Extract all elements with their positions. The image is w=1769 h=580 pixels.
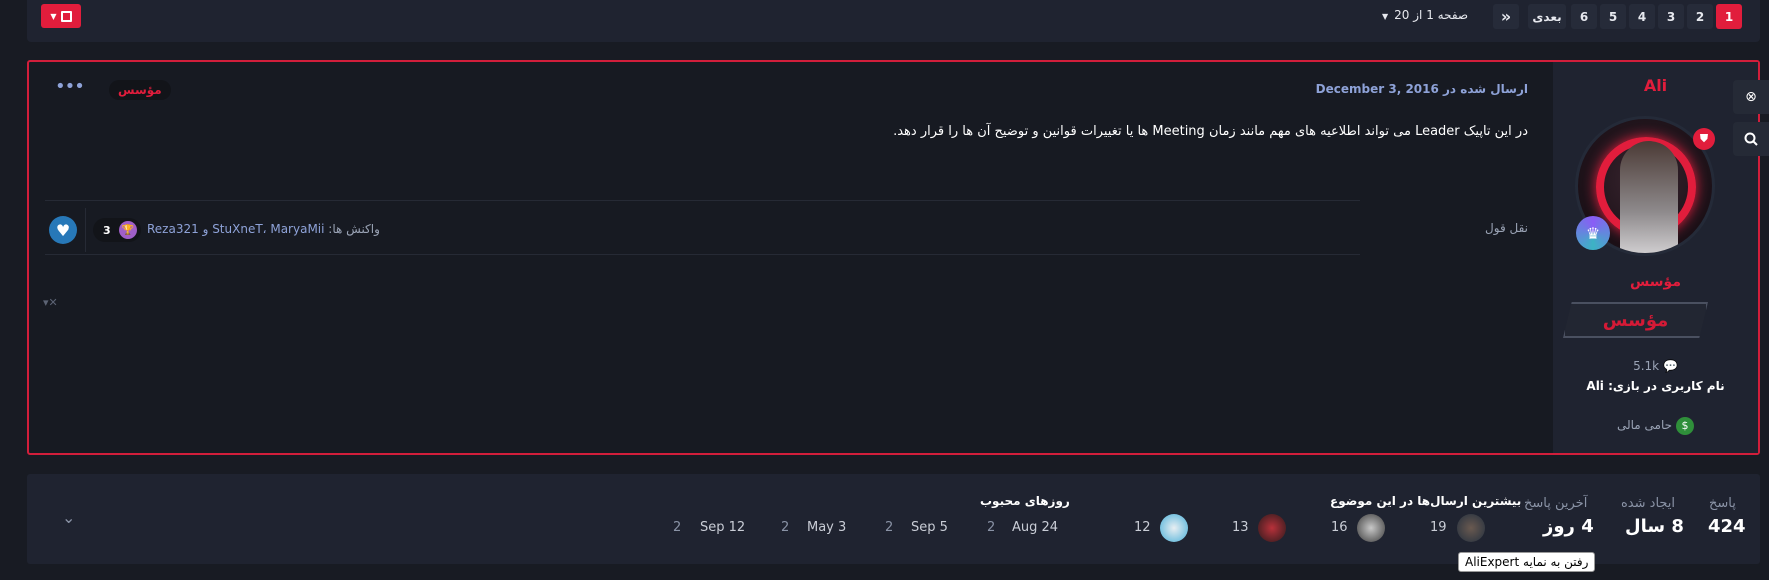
last-page-button[interactable]: »	[1493, 4, 1519, 29]
search-icon[interactable]	[1733, 122, 1769, 156]
dollar-icon: $	[1676, 417, 1695, 435]
comment-icon: 💬	[1662, 359, 1678, 373]
post-date[interactable]: ارسال شده در December 3, 2016	[1316, 82, 1528, 96]
more-options-icon[interactable]: •••	[55, 76, 85, 97]
post-card: Ali ⛊ ♛ مؤسس مؤسس 5.1k 💬 نام کاربری در ب…	[27, 60, 1760, 455]
role-badge: مؤسس	[109, 80, 171, 100]
popular-day-count: 2	[673, 520, 682, 535]
poster-post-count: 13	[1232, 520, 1249, 535]
page-info: صفحه 1 از 20	[1394, 8, 1469, 22]
trophy-icon: 🏆	[119, 221, 137, 239]
author-name[interactable]: Ali	[1553, 76, 1758, 95]
post-count-value: 5.1k	[1633, 359, 1660, 373]
divider	[45, 200, 1360, 201]
reaction-count-pill[interactable]: 3 🏆	[93, 218, 141, 242]
post-count: 5.1k 💬	[1553, 359, 1758, 373]
popular-day-count: 2	[781, 520, 790, 535]
divider	[45, 254, 1360, 255]
page-number: 4	[1637, 9, 1647, 24]
popular-days-title: روزهای محبوب	[980, 494, 1070, 508]
post-body: در این تاپیک Leader می تواند اطلاعیه های…	[893, 124, 1528, 139]
created-label: ایجاد شده	[1621, 496, 1676, 511]
poster-post-count: 16	[1331, 520, 1348, 535]
pagination-bar: ▼ ▼ صفحه 1 از 20 » بعدی 6 5 4 3 2 1	[27, 0, 1760, 42]
rank-title: مؤسس	[1629, 274, 1681, 290]
page-number: 3	[1666, 9, 1676, 24]
replies-label: پاسخ	[1709, 496, 1736, 511]
rank-banner: مؤسس	[1563, 302, 1708, 338]
donor-label: حامی مالی	[1616, 418, 1673, 432]
page-number: 6	[1579, 9, 1589, 24]
avatar-figure	[1620, 141, 1678, 253]
caret-down-icon: ▼	[50, 11, 57, 21]
popular-day-date[interactable]: May 3	[807, 520, 846, 535]
page-5-button[interactable]: 5	[1600, 4, 1626, 29]
rank-banner-text: مؤسس	[1602, 309, 1669, 331]
page-number: 5	[1608, 9, 1618, 24]
page-jump-dropdown[interactable]: ▼ صفحه 1 از 20	[1382, 8, 1468, 22]
page-4-button[interactable]: 4	[1629, 4, 1655, 29]
created-value: 8 سال	[1625, 516, 1684, 537]
avatar[interactable]	[1357, 514, 1385, 542]
divider	[85, 208, 86, 252]
poster-post-count: 19	[1430, 520, 1447, 535]
chevron-down-icon[interactable]: ⌄	[62, 508, 75, 527]
next-label: بعدی	[1532, 9, 1562, 24]
reaction-users[interactable]: StuXneT، MaryaMii و Reza321	[147, 222, 324, 236]
moderation-menu-button[interactable]: ▼	[41, 4, 81, 28]
page-6-button[interactable]: 6	[1571, 4, 1597, 29]
popular-day-count: 2	[987, 520, 996, 535]
page-number: 2	[1695, 9, 1705, 24]
poster-post-count: 12	[1134, 520, 1151, 535]
donor-badge: $حامی مالی	[1553, 417, 1758, 435]
double-chevron-icon: »	[1500, 7, 1512, 26]
quote-button[interactable]: نقل قول	[1485, 221, 1528, 235]
last-reply-value: 4 روز	[1543, 516, 1594, 537]
reactions-label: واکنش ها:	[328, 222, 380, 236]
topic-stats-bar: پاسخ 424 ایجاد شده 8 سال آخرین پاسخ 4 رو…	[27, 474, 1760, 564]
last-reply-label: آخرین پاسخ	[1524, 496, 1588, 511]
caret-down-icon: ▼	[1382, 12, 1389, 21]
like-heart-icon[interactable]: ♥	[49, 216, 77, 244]
replies-value: 424	[1708, 516, 1746, 537]
avatar[interactable]	[1258, 514, 1286, 542]
close-circle-icon[interactable]: ⊗	[1733, 80, 1769, 114]
top-posters-title: بیشترین ارسال‌ها در این موضوع	[1330, 494, 1522, 508]
avatar[interactable]	[1160, 514, 1188, 542]
popular-day-date[interactable]: Aug 24	[1012, 520, 1058, 535]
next-page-button[interactable]: بعدی	[1528, 4, 1566, 29]
popular-day-date[interactable]: Sep 12	[700, 520, 745, 535]
page-1-button[interactable]: 1	[1716, 4, 1742, 29]
crown-icon: ♛	[1576, 216, 1610, 250]
page-2-button[interactable]: 2	[1687, 4, 1713, 29]
reaction-count: 3	[103, 223, 111, 237]
popular-day-count: 2	[885, 520, 894, 535]
search-icon-svg	[1744, 132, 1758, 146]
reactors-list[interactable]: واکنش ها: StuXneT، MaryaMii و Reza321	[147, 222, 380, 236]
page-number: 1	[1724, 9, 1734, 24]
shield-icon: ⛊	[1693, 128, 1715, 150]
tooltip: رفتن به نمایه AliExpert	[1458, 552, 1596, 572]
checkbox-icon	[60, 10, 72, 22]
popular-day-date[interactable]: Sep 5	[911, 520, 948, 535]
author-panel: Ali ⛊ ♛ مؤسس مؤسس 5.1k 💬 نام کاربری در ب…	[1553, 62, 1758, 453]
page-3-button[interactable]: 3	[1658, 4, 1684, 29]
avatar[interactable]	[1457, 514, 1485, 542]
close-icon[interactable]: ▾✕	[43, 296, 58, 309]
in-game-name: نام کاربری در بازی: Ali	[1586, 379, 1725, 393]
